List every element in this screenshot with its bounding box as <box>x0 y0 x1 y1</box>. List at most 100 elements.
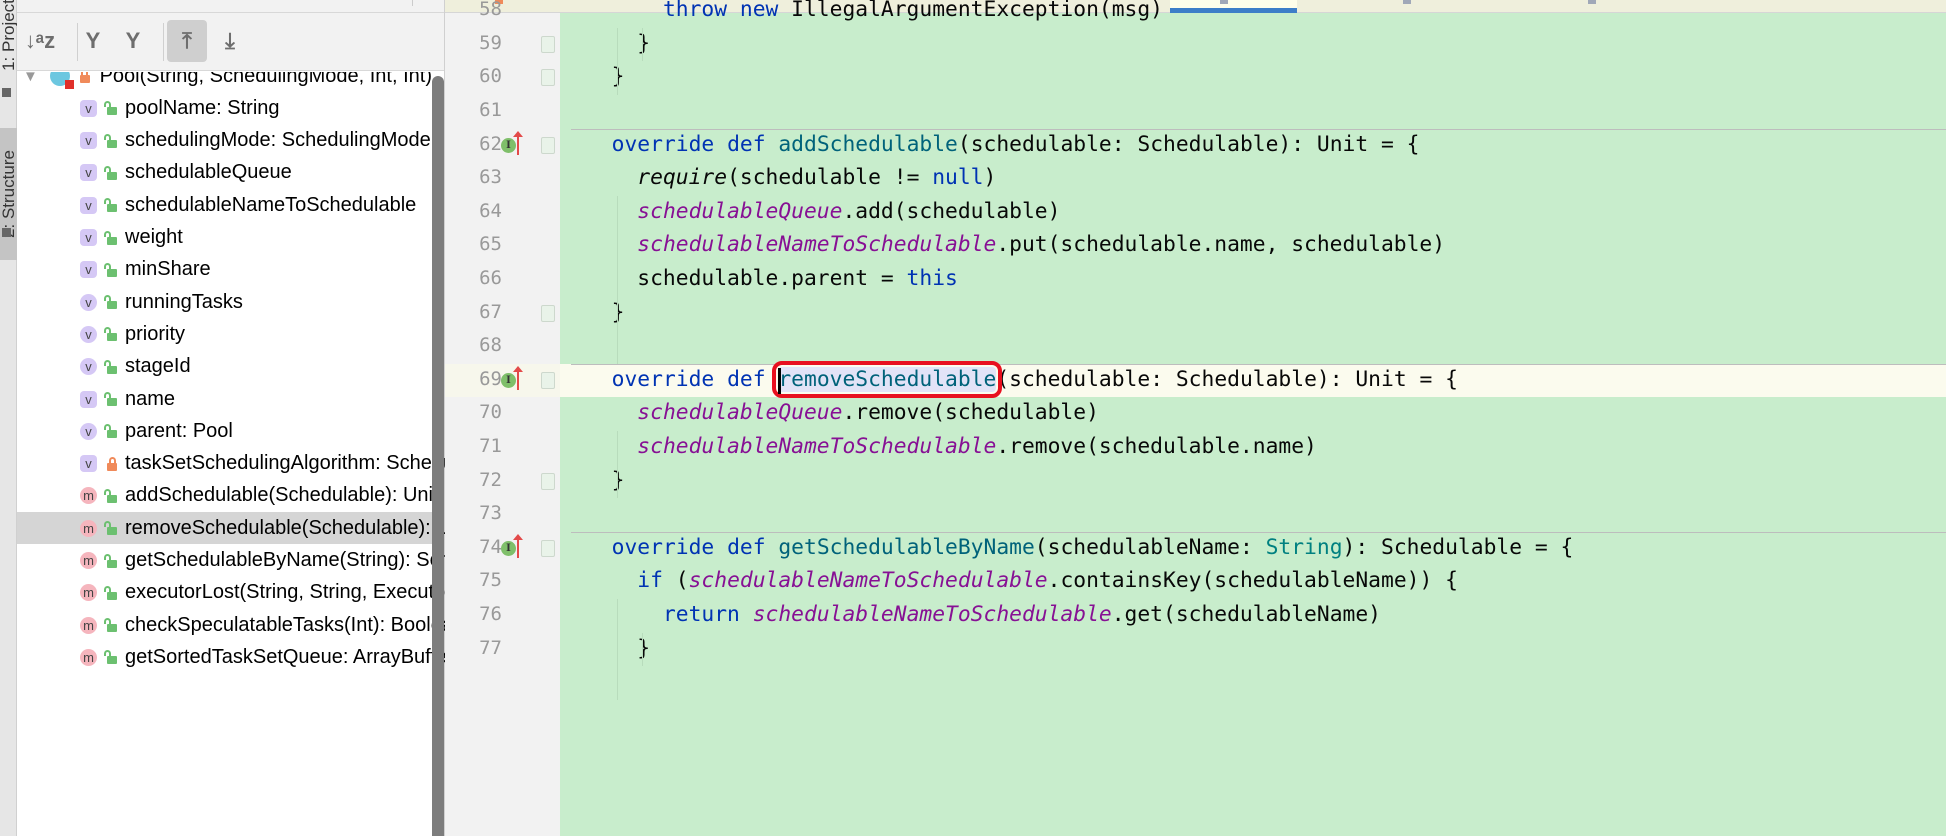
lock-open-icon <box>104 327 117 342</box>
variable-icon: v <box>80 358 97 376</box>
tree-item-label: taskSetSchedulingAlgorithm: SchedulingAl… <box>125 452 445 475</box>
sort-alpha-icon: ↓ᵃz <box>24 28 56 53</box>
lock-open-icon <box>104 165 117 180</box>
sort-alpha-button[interactable]: ↓ᵃz <box>20 20 60 62</box>
tree-item-label: getSortedTaskSetQueue: ArrayBuffer[TaskS… <box>125 645 445 668</box>
structure-tree: ▼ Pool(String, SchedulingMode, Int, Int) v… <box>17 72 445 836</box>
lock-open-icon <box>104 392 117 406</box>
method-icon: m <box>80 487 97 505</box>
lock-open-icon <box>104 585 117 600</box>
method-icon: m <box>80 648 97 666</box>
tree-item[interactable]: m removeSchedulable(Schedulable): Unit <box>17 512 445 545</box>
lock-open-icon <box>104 359 117 374</box>
lock-open-icon <box>104 488 117 503</box>
tree-item-label: schedulableNameToSchedulable <box>125 193 417 216</box>
tab-icon <box>1403 0 1411 4</box>
tree-root-node[interactable]: ▼ Pool(String, SchedulingMode, Int, Int) <box>17 72 432 92</box>
tree-item[interactable]: v stageId <box>17 351 432 383</box>
lock-open-icon <box>104 424 117 439</box>
toolbar-divider <box>77 23 78 61</box>
tree-item-label: getSchedulableByName(String): Schedulabl… <box>125 549 445 571</box>
tree-item[interactable]: v minShare <box>17 254 432 286</box>
value-icon: v <box>80 99 97 117</box>
project-tab-icon <box>2 88 11 97</box>
structure-tab-icon <box>2 228 11 237</box>
value-icon: v <box>80 229 97 246</box>
editor-tab-active[interactable] <box>1170 0 1297 13</box>
structure-toolbar: ↓ᵃz Y Y ⤒ ⤓ <box>17 13 444 71</box>
autoscroll-from-source-icon: ⤒ <box>182 28 192 53</box>
expand-all-button[interactable]: Y <box>73 20 113 62</box>
panel-header <box>17 0 444 13</box>
tree-root-label: Pool(String, SchedulingMode, Int, Int) <box>99 72 432 87</box>
tree-item[interactable]: m getSchedulableByName(String): Schedulab… <box>17 545 445 577</box>
method-icon: m <box>80 519 97 537</box>
tree-item[interactable]: m executorLost(String, String, ExecutorLo… <box>17 577 445 609</box>
lock-open-icon <box>104 650 117 665</box>
tree-item[interactable]: v taskSetSchedulingAlgorithm: SchedulingA… <box>17 448 445 480</box>
method-icon: m <box>80 552 97 569</box>
tree-item-label: parent: Pool <box>125 419 233 442</box>
tree-item-label: minShare <box>125 258 211 281</box>
lock-open-icon <box>104 521 117 536</box>
lock-open-icon <box>104 101 117 116</box>
editor-gutter <box>445 13 560 836</box>
tree-item[interactable]: m checkSpeculatableTasks(Int): Boolean <box>17 609 445 641</box>
tree-item[interactable]: v schedulableQueue <box>17 157 432 189</box>
tree-item[interactable]: v runningTasks <box>17 286 432 318</box>
lock-open-icon <box>104 230 117 245</box>
tree-item-label: runningTasks <box>125 290 243 313</box>
structure-tool-tab[interactable]: 2: Structure <box>0 128 17 260</box>
tree-item[interactable]: v priority <box>17 318 432 350</box>
method-icon: m <box>80 616 97 634</box>
tool-window-strip: 1: Project 2: Structure <box>0 0 17 836</box>
tree-item[interactable]: v name <box>17 383 432 415</box>
lock-closed-icon <box>78 72 90 83</box>
value-icon: v <box>80 164 97 182</box>
lock-open-icon <box>104 133 117 148</box>
collapse-all-icon: Y <box>125 28 141 53</box>
tree-item-label: weight <box>125 226 183 248</box>
tree-item[interactable]: v schedulableNameToSchedulable <box>17 189 432 221</box>
value-icon: v <box>80 261 97 279</box>
tree-item[interactable]: v weight <box>17 222 432 254</box>
tree-item[interactable]: v poolName: String <box>17 92 432 124</box>
lock-closed-icon <box>105 456 117 471</box>
tree-item-label: name <box>125 387 176 410</box>
lock-open-icon <box>104 618 117 633</box>
autoscroll-to-source-button[interactable]: ⤓ <box>210 20 250 62</box>
value-icon: v <box>80 455 97 473</box>
structure-panel: ↓ᵃz Y Y ⤒ ⤓ ▼ Pool(String, SchedulingMode, In… <box>17 0 445 836</box>
autoscroll-to-source-icon: ⤓ <box>225 28 235 53</box>
tree-item[interactable]: v schedulingMode: SchedulingMode <box>17 125 432 157</box>
tree-item-label: schedulingMode: SchedulingMode <box>125 129 431 152</box>
toolbar-divider <box>163 23 164 61</box>
tree-item[interactable]: m addSchedulable(Schedulable): Unit <box>17 480 439 512</box>
expand-triangle-icon[interactable]: ▼ <box>23 72 50 85</box>
tree-item-label: schedulableQueue <box>125 161 292 184</box>
lock-open-icon <box>104 198 117 213</box>
code-editor[interactable] <box>560 13 1946 836</box>
tree-scrollbar[interactable] <box>432 76 444 836</box>
tree-item[interactable]: m getSortedTaskSetQueue: ArrayBuffer[Task… <box>17 641 445 673</box>
variable-icon: v <box>80 325 97 343</box>
lock-open-icon <box>104 553 117 568</box>
variable-icon: v <box>80 293 97 311</box>
project-tool-tab[interactable]: 1: Project <box>0 0 17 70</box>
tree-item-label: poolName: String <box>125 96 280 119</box>
tree-item-label: priority <box>125 322 186 345</box>
collapse-all-button[interactable]: Y <box>113 20 153 62</box>
tab-icon <box>1220 0 1228 4</box>
expand-all-icon: Y <box>85 28 101 53</box>
lock-open-icon <box>104 262 117 277</box>
value-icon: v <box>80 390 97 408</box>
tree-item-label: addSchedulable(Schedulable): Unit <box>125 484 439 507</box>
tree-item-label: checkSpeculatableTasks(Int): Boolean <box>125 613 445 636</box>
tree-item[interactable]: v parent: Pool <box>17 415 432 447</box>
tree-item-label: removeSchedulable(Schedulable): Unit <box>125 516 445 539</box>
tab-icon <box>1588 0 1596 4</box>
tab-icon <box>495 0 503 4</box>
autoscroll-from-source-button[interactable]: ⤒ <box>167 20 207 62</box>
value-icon: v <box>80 196 97 214</box>
lock-open-icon <box>104 295 117 310</box>
